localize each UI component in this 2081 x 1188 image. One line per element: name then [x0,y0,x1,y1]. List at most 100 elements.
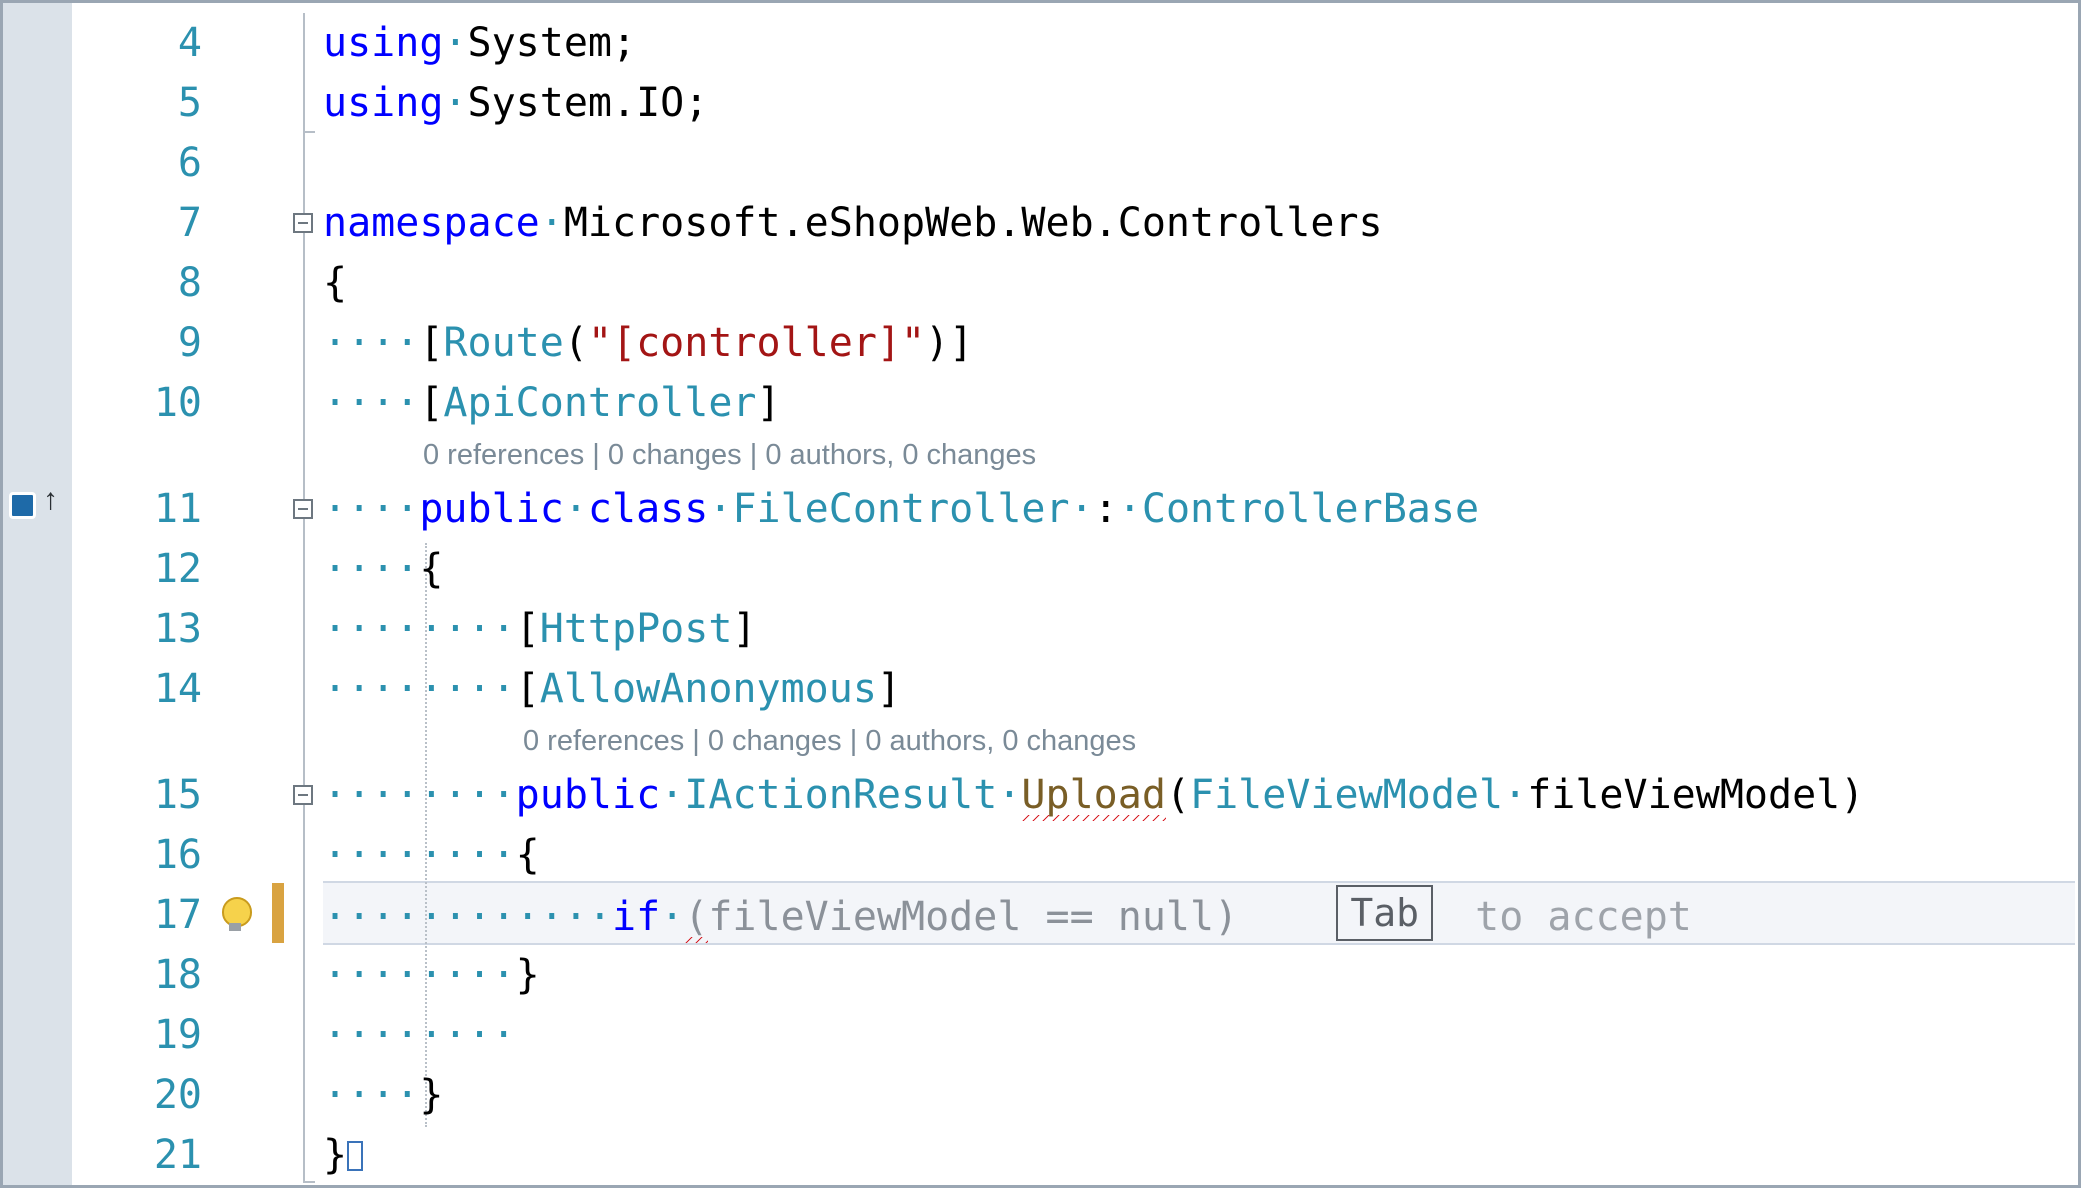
code-token: ApiController [443,380,756,426]
line-number: 5 [72,73,212,133]
code-token: FileController [732,486,1069,532]
up-arrow-icon: ↑ [43,483,58,517]
code-line[interactable]: } [323,1125,2068,1185]
code-token: ] [757,380,781,426]
code-token: HttpPost [540,606,733,652]
code-token: ···· [323,486,419,532]
line-number: 11 [72,479,212,539]
code-line[interactable]: namespace·Microsoft.eShopWeb.Web.Control… [323,193,2068,253]
code-token: [ [419,320,443,366]
code-token: using [323,80,443,126]
code-token: ········ [323,1012,516,1058]
accept-suggestion-key[interactable]: Tab [1336,885,1433,941]
codelens-info[interactable]: 0 references | 0 changes | 0 authors, 0 … [523,719,1136,763]
code-token: : [1094,486,1118,532]
code-token: System.IO; [468,80,709,126]
code-line[interactable]: ········} [323,945,2068,1005]
code-token: "[controller]" [588,320,925,366]
fold-toggle-icon[interactable] [293,213,313,233]
code-token: { [516,832,540,878]
line-number: 7 [72,193,212,253]
indicator-margin [3,3,72,1185]
code-token: ···· [323,320,419,366]
code-token: AllowAnonymous [540,666,877,712]
code-token: · [540,200,564,246]
change-marker [272,883,284,943]
code-token: FileViewModel [1190,772,1503,818]
code-token: · [564,486,588,532]
code-token: } [419,1072,443,1118]
code-token: [ [419,380,443,426]
code-token: ········ [323,772,516,818]
caret-icon [347,1141,363,1171]
codelens-info[interactable]: 0 references | 0 changes | 0 authors, 0 … [423,433,1036,477]
line-number: 12 [72,539,212,599]
lightbulb-icon[interactable] [218,897,252,931]
accept-suggestion-label: to accept [1451,894,1692,940]
code-token: } [323,1132,347,1178]
code-token: fileViewModel == null) [708,894,1238,940]
code-line[interactable]: ····public·class·FileController·:·Contro… [323,479,2068,539]
code-token: IActionResult [684,772,997,818]
line-number: 15 [72,765,212,825]
line-number: 20 [72,1065,212,1125]
code-token: ········ [323,606,516,652]
code-line[interactable]: using·System.IO; [323,73,2068,133]
code-token: · [443,20,467,66]
code-line[interactable]: ········{ [323,825,2068,885]
code-token: public [419,486,564,532]
code-token: class [588,486,708,532]
code-token: [ [516,606,540,652]
code-token: ) [1840,772,1864,818]
line-number: 6 [72,133,212,193]
code-token: ···· [323,380,419,426]
code-token: · [443,80,467,126]
code-token: · [660,772,684,818]
code-line[interactable]: ············if·(fileViewModel == null) T… [323,885,2068,947]
outline-end [303,131,315,133]
code-editor-viewport[interactable]: ↑ 4using·System;5using·System.IO;67names… [0,0,2081,1188]
code-token: ········ [323,832,516,878]
code-token: using [323,20,443,66]
code-line[interactable]: ········[AllowAnonymous] [323,659,2068,719]
outline-end [303,1181,315,1183]
code-token: ········ [323,666,516,712]
fold-toggle-icon[interactable] [293,499,313,519]
code-token: if [612,894,660,940]
line-number: 10 [72,373,212,433]
code-line[interactable]: ····} [323,1065,2068,1125]
code-token: ( [1166,772,1190,818]
code-token: · [660,894,684,940]
code-token: ···· [323,546,419,592]
code-line[interactable]: ········ [323,1005,2068,1065]
code-token: )] [925,320,973,366]
code-token: Route [443,320,563,366]
code-token: · [1070,486,1094,532]
line-number: 8 [72,253,212,313]
outline-rule [303,13,305,1183]
code-line[interactable]: ····{ [323,539,2068,599]
tracking-indicator-icon[interactable] [9,492,36,519]
code-token: ···· [323,1072,419,1118]
code-line[interactable]: ····[Route("[controller]")] [323,313,2068,373]
code-token: Upload [1021,772,1166,824]
code-token: · [708,486,732,532]
code-token: System; [468,20,637,66]
line-number: 21 [72,1125,212,1185]
code-token: namespace [323,200,540,246]
code-token: { [419,546,443,592]
code-line[interactable]: ····[ApiController] [323,373,2068,433]
code-token: · [997,772,1021,818]
line-number: 13 [72,599,212,659]
line-number: 18 [72,945,212,1005]
code-line[interactable]: ········public·IActionResult·Upload(File… [323,765,2068,825]
code-line[interactable]: { [323,253,2068,313]
code-token: · [1118,486,1142,532]
line-number: 19 [72,1005,212,1065]
code-token: fileViewModel [1527,772,1840,818]
code-line[interactable]: using·System; [323,13,2068,73]
code-line[interactable]: ········[HttpPost] [323,599,2068,659]
code-token: ( [684,894,708,943]
fold-toggle-icon[interactable] [293,785,313,805]
code-token: ] [732,606,756,652]
